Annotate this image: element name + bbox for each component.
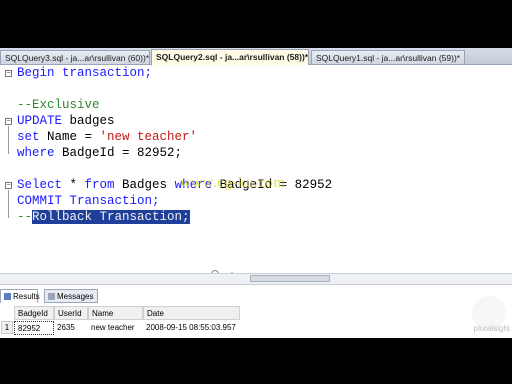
code-line-4: UPDATE badges bbox=[17, 114, 115, 128]
fold-guide bbox=[8, 126, 9, 154]
logo-text: pluralsight bbox=[473, 324, 510, 333]
fold-guide bbox=[8, 190, 9, 218]
column-header-badgeid[interactable]: BadgeId bbox=[14, 306, 54, 320]
column-header-date[interactable]: Date bbox=[143, 306, 240, 320]
watermark: www.cg-ku.com bbox=[180, 175, 286, 191]
cell-badgeid[interactable]: 82952 bbox=[14, 321, 54, 335]
code-line-3: --Exclusive bbox=[17, 98, 100, 112]
column-header-name[interactable]: Name bbox=[88, 306, 143, 320]
messages-icon bbox=[48, 293, 55, 300]
row-number[interactable]: 1 bbox=[1, 321, 13, 334]
code-line-5: set Name = 'new teacher' bbox=[17, 130, 198, 144]
collapse-icon[interactable]: − bbox=[5, 70, 12, 77]
horizontal-scrollbar[interactable] bbox=[0, 273, 512, 285]
editor-gutter bbox=[0, 65, 14, 273]
scrollbar-thumb[interactable] bbox=[250, 275, 330, 282]
grid-icon bbox=[4, 293, 11, 300]
sql-editor-window: SQLQuery3.sql - ja...ar\rsullivan (60))*… bbox=[0, 48, 512, 338]
tab-messages[interactable]: Messages bbox=[44, 289, 98, 303]
collapse-icon[interactable]: − bbox=[5, 118, 12, 125]
code-line-6: where BadgeId = 82952; bbox=[17, 146, 183, 160]
results-tab-strip: Results Messages bbox=[0, 288, 512, 304]
tab-sqlquery2[interactable]: SQLQuery2.sql - ja...ar\rsullivan (58))* bbox=[151, 49, 309, 65]
tab-sqlquery1[interactable]: SQLQuery1.sql - ja...ar\rsullivan (59))* bbox=[311, 50, 465, 64]
query-editor[interactable]: − − − Begin transaction; --Exclusive UPD… bbox=[0, 65, 512, 278]
code-line-9: COMMIT Transaction; bbox=[17, 194, 160, 208]
cell-userid[interactable]: 2635 bbox=[54, 321, 88, 335]
code-line-1: Begin transaction; bbox=[17, 66, 153, 80]
cell-name[interactable]: new teacher bbox=[88, 321, 143, 335]
results-grid: BadgeId UserId Name Date 1 82952 2635 ne… bbox=[0, 306, 512, 338]
collapse-icon[interactable]: − bbox=[5, 182, 12, 189]
tab-sqlquery3[interactable]: SQLQuery3.sql - ja...ar\rsullivan (60))* bbox=[0, 50, 150, 64]
selected-text: Rollback Transaction; bbox=[32, 210, 190, 224]
code-line-10: --Rollback Transaction; bbox=[17, 210, 190, 224]
column-header-userid[interactable]: UserId bbox=[54, 306, 88, 320]
document-tab-strip: SQLQuery3.sql - ja...ar\rsullivan (60))*… bbox=[0, 48, 512, 65]
cell-date[interactable]: 2008-09-15 08:55:03.957 bbox=[143, 321, 240, 335]
tab-results[interactable]: Results bbox=[0, 289, 40, 303]
